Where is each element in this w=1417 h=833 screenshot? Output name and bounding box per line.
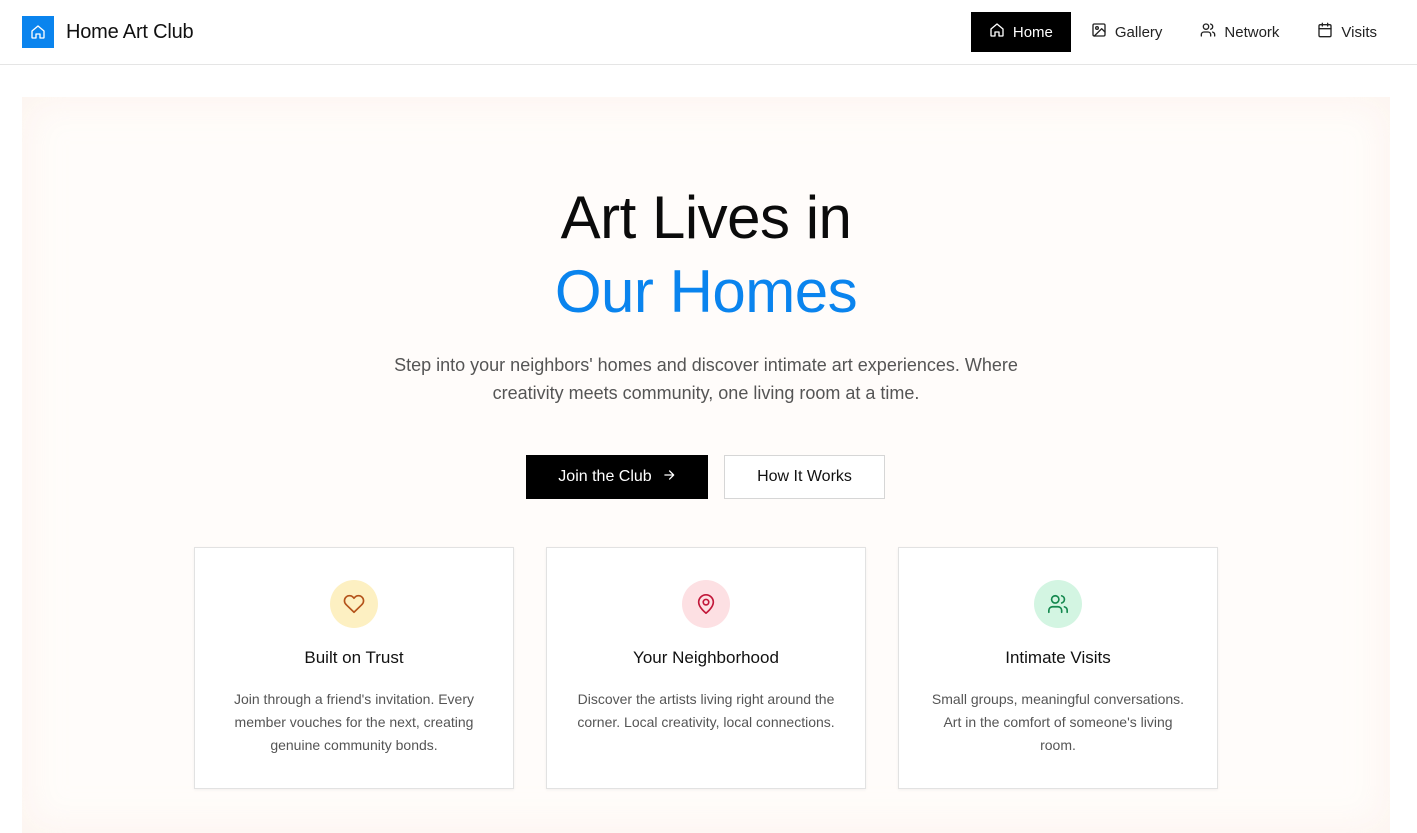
headline-line-1: Art Lives in [560,184,852,251]
how-it-works-button[interactable]: How It Works [724,455,885,499]
nav-item-label: Network [1224,23,1280,41]
feature-description: Join through a friend's invitation. Ever… [233,691,475,753]
brand-name: Home Art Club [66,20,194,43]
nav-item-label: Visits [1341,23,1377,41]
feature-card-trust: Built on Trust Join through a friend's i… [194,547,514,789]
users-icon [1200,22,1224,42]
feature-card-visits: Intimate Visits Small groups, meaningful… [898,547,1218,789]
nav-item-label: Home [1012,23,1053,41]
map-pin-icon [682,580,730,628]
hero-section: Art Lives in Our Homes Step into your ne… [22,97,1390,833]
feature-title: Your Neighborhood [633,648,779,667]
hero-headline: Art Lives in Our Homes [22,181,1390,329]
home-icon [989,22,1013,42]
home-icon [22,16,54,48]
brand[interactable]: Home Art Club [22,16,194,48]
calendar-icon [1317,22,1341,42]
nav-item-network[interactable]: Network [1182,12,1297,52]
feature-title: Intimate Visits [1005,648,1111,667]
headline-line-2: Our Homes [554,258,858,325]
join-club-label: Join the Club [558,468,652,485]
feature-card-neighborhood: Your Neighborhood Discover the artists l… [546,547,866,789]
nav-item-home[interactable]: Home [970,12,1071,52]
join-club-button[interactable]: Join the Club [526,455,708,499]
hero-subtitle: Step into your neighbors' homes and disc… [394,355,1018,403]
feature-description: Small groups, meaningful conversations. … [931,691,1185,753]
feature-description: Discover the artists living right around… [577,691,835,730]
top-navigation-bar: Home Art Club Home Gallery Network Visit… [0,0,1417,65]
arrow-right-icon [662,468,676,487]
feature-title: Built on Trust [304,648,404,667]
heart-icon [330,580,378,628]
nav-item-visits[interactable]: Visits [1299,12,1395,52]
nav-item-label: Gallery [1114,23,1163,41]
nav-item-gallery[interactable]: Gallery [1073,12,1181,52]
users-icon [1034,580,1082,628]
image-icon [1091,22,1115,42]
how-it-works-label: How It Works [757,468,852,485]
main-nav: Home Gallery Network Visits [970,12,1395,52]
